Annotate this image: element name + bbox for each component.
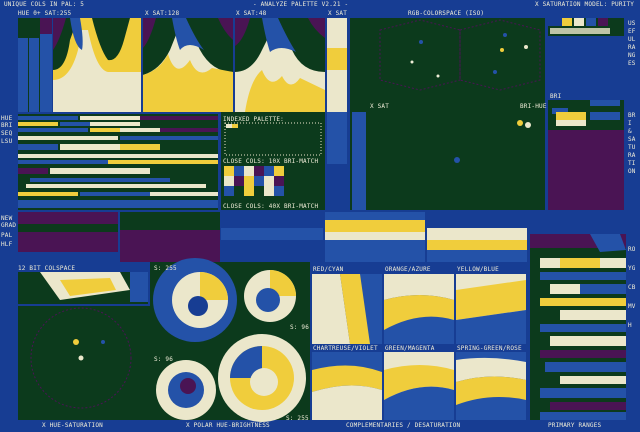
x-sat-label: X SAT bbox=[370, 103, 390, 110]
brightness-bars bbox=[18, 18, 52, 112]
palette-swatches bbox=[548, 18, 624, 36]
graphics-layer bbox=[18, 18, 626, 422]
close-cols-10-label: CLOSE COLS: 10X BRI-MATCH bbox=[223, 158, 319, 165]
bri-label: BRI bbox=[550, 93, 562, 100]
hue-curve-panel-2 bbox=[143, 18, 233, 112]
green-magenta-label: GREEN/MAGENTA bbox=[385, 345, 435, 352]
polar-hue-brightness-footer: X POLAR HUE-BRIGHTNESS bbox=[186, 422, 270, 429]
red-cyan-label: RED/CYAN bbox=[313, 266, 344, 273]
left-label-lsu[interactable]: LSU bbox=[1, 138, 12, 145]
s255b-label: S: 255 bbox=[286, 415, 309, 422]
hue-range-letters: ROYGCBMVH bbox=[628, 246, 636, 329]
left-label-bri[interactable]: BRI bbox=[1, 122, 12, 129]
yellow-blue-label: YELLOW/BLUE bbox=[457, 266, 499, 273]
chartreuse-violet-label: CHARTREUSE/VIOLET bbox=[313, 345, 378, 352]
bri-saturation-label: BRI & SATURATION bbox=[628, 112, 636, 175]
orange-azure-label: ORANGE/AZURE bbox=[385, 266, 431, 273]
left-label-new[interactable]: NEW bbox=[1, 215, 12, 222]
rgb-colorspace-cube bbox=[350, 18, 545, 112]
left-label-hlf[interactable]: HLF bbox=[1, 241, 12, 248]
bri-hue-panel bbox=[350, 100, 624, 210]
gradient-bands bbox=[18, 212, 527, 262]
s96-label: S: 96 bbox=[290, 324, 310, 331]
indexed-palette-label: INDEXED PALETTE: bbox=[223, 116, 284, 123]
primary-ranges-footer: PRIMARY RANGES bbox=[548, 422, 602, 429]
s255-label: S: 255 bbox=[154, 265, 177, 272]
left-label-hue[interactable]: HUE bbox=[1, 115, 12, 122]
left-label-seq[interactable]: SEQ bbox=[1, 130, 12, 137]
polar-circle-panel bbox=[150, 258, 310, 422]
bri-hue-label: BRI-HUE bbox=[520, 103, 547, 110]
s96b-label: S: 96 bbox=[154, 356, 174, 363]
hue-saturation-footer: X HUE-SATURATION bbox=[42, 422, 103, 429]
palette-sequence-rows bbox=[18, 114, 218, 210]
colspace-label: 12 BIT COLSPACE bbox=[18, 265, 76, 272]
useful-ranges-label: USEFUL RANGES bbox=[628, 20, 636, 67]
hue-saturation-strip bbox=[327, 18, 347, 164]
hue-curve-panel-3 bbox=[235, 18, 325, 112]
complementaries-footer: COMPLEMENTARIES / DESATURATION bbox=[346, 422, 461, 429]
colspace-panel bbox=[18, 272, 150, 420]
left-label-pal[interactable]: PAL bbox=[1, 232, 12, 239]
left-label-grad[interactable]: GRAD bbox=[1, 222, 16, 229]
close-cols-40-label: CLOSE COLS: 40X BRI-MATCH bbox=[223, 203, 319, 210]
hue-curve-panel-1 bbox=[53, 18, 141, 112]
primary-ranges bbox=[530, 234, 626, 420]
analyze-palette-window: UNIQUE COLS IN PAL: 5 - ANALYZE PALETTE … bbox=[0, 0, 640, 432]
spring-rose-label: SPRING-GREEN/ROSE bbox=[457, 345, 522, 352]
